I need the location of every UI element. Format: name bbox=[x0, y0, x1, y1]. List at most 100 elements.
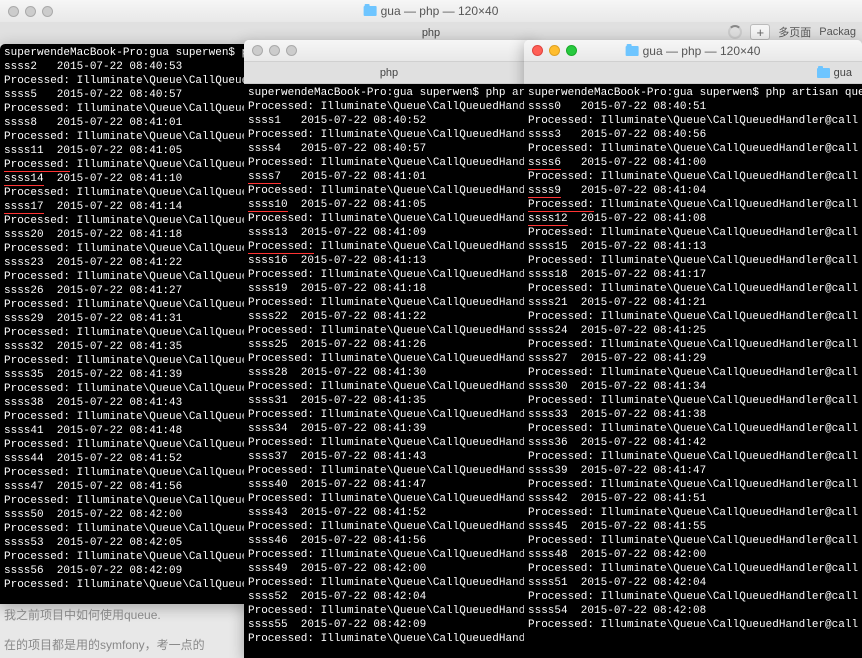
terminal-line: ssss11 2015-07-22 08:41:05 bbox=[4, 144, 246, 158]
terminal-line: ssss33 2015-07-22 08:41:38 bbox=[528, 408, 858, 422]
terminal-line: Processed: Illuminate\Queue\CallQueuedHa… bbox=[528, 226, 858, 240]
terminal-line: Processed: Illuminate\Queue\CallQueuedHa… bbox=[248, 156, 530, 170]
terminal-line: ssss41 2015-07-22 08:41:48 bbox=[4, 424, 246, 438]
terminal-line: Processed: Illuminate\Queue\CallQueuedHa… bbox=[528, 114, 858, 128]
terminal-line: Processed: Illuminate\Queue\CallQueuedHa… bbox=[248, 240, 530, 254]
terminal-line: ssss31 2015-07-22 08:41:35 bbox=[248, 394, 530, 408]
terminal-line: Processed: Illuminate\Queue\CallQueuedHa… bbox=[248, 632, 530, 646]
terminal-line: ssss46 2015-07-22 08:41:56 bbox=[248, 534, 530, 548]
close-icon[interactable] bbox=[532, 45, 543, 56]
terminal-body-3[interactable]: superwendeMacBook-Pro:gua superwen$ php … bbox=[524, 84, 862, 658]
terminal-line: Processed: Illuminate\Queue\CallQueuedHa bbox=[4, 298, 246, 312]
terminal-line: Processed: Illuminate\Queue\CallQueuedHa… bbox=[528, 142, 858, 156]
terminal-line: Processed: Illuminate\Queue\CallQueuedHa bbox=[4, 550, 246, 564]
terminal-body-2[interactable]: superwendeMacBook-Pro:gua superwen$ php … bbox=[244, 84, 534, 658]
maximize-icon[interactable] bbox=[42, 6, 53, 17]
tabbar-2[interactable]: php bbox=[244, 62, 534, 84]
terminal-line: Processed: Illuminate\Queue\CallQueuedHa bbox=[4, 354, 246, 368]
terminal-line: Processed: Illuminate\Queue\CallQueuedHa… bbox=[248, 128, 530, 142]
terminal-line: Processed: Illuminate\Queue\CallQueuedHa… bbox=[248, 604, 530, 618]
terminal-line: Processed: Illuminate\Queue\CallQueuedHa bbox=[4, 382, 246, 396]
background-titlebar[interactable]: gua — php — 120×40 bbox=[0, 0, 862, 22]
minimize-icon[interactable] bbox=[549, 45, 560, 56]
terminal-line: ssss45 2015-07-22 08:41:55 bbox=[528, 520, 858, 534]
terminal-line: ssss38 2015-07-22 08:41:43 bbox=[4, 396, 246, 410]
terminal-window-1[interactable]: superwendeMacBook-Pro:gua superwen$ php s… bbox=[0, 44, 250, 604]
terminal-line: ssss49 2015-07-22 08:42:00 bbox=[248, 562, 530, 576]
terminal-line: ssss19 2015-07-22 08:41:18 bbox=[248, 282, 530, 296]
terminal-line: Processed: Illuminate\Queue\CallQueuedHa bbox=[4, 102, 246, 116]
terminal-line: ssss0 2015-07-22 08:40:51 bbox=[528, 100, 858, 114]
terminal-line: ssss5 2015-07-22 08:40:57 bbox=[4, 88, 246, 102]
terminal-line: ssss37 2015-07-22 08:41:43 bbox=[248, 450, 530, 464]
titlebar-3[interactable]: gua — php — 120×40 bbox=[524, 40, 862, 62]
minimize-icon[interactable] bbox=[25, 6, 36, 17]
maximize-icon[interactable] bbox=[566, 45, 577, 56]
background-text-1: 我之前项目中如何使用queue. bbox=[4, 606, 161, 623]
terminal-line: Processed: Illuminate\Queue\CallQueuedHa… bbox=[248, 464, 530, 478]
terminal-line: Processed: Illuminate\Queue\CallQueuedHa bbox=[4, 494, 246, 508]
terminal-line: ssss44 2015-07-22 08:41:52 bbox=[4, 452, 246, 466]
terminal-line: Processed: Illuminate\Queue\CallQueuedHa… bbox=[248, 212, 530, 226]
terminal-line: ssss52 2015-07-22 08:42:04 bbox=[248, 590, 530, 604]
terminal-line: Processed: Illuminate\Queue\CallQueuedHa… bbox=[248, 520, 530, 534]
terminal-line: Processed: Illuminate\Queue\CallQueuedHa bbox=[4, 74, 246, 88]
terminal-line: Processed: Illuminate\Queue\CallQueuedHa… bbox=[248, 380, 530, 394]
background-text-2: 在的项目都是用的symfony，考一点的 bbox=[4, 636, 205, 653]
terminal-line: Processed: Illuminate\Queue\CallQueuedHa bbox=[4, 522, 246, 536]
close-icon[interactable] bbox=[252, 45, 263, 56]
terminal-line: Processed: Illuminate\Queue\CallQueuedHa… bbox=[528, 534, 858, 548]
terminal-line: Processed: Illuminate\Queue\CallQueuedHa bbox=[4, 270, 246, 284]
terminal-line: ssss10 2015-07-22 08:41:05 bbox=[248, 198, 530, 212]
tabbar-3[interactable]: gua bbox=[524, 62, 862, 84]
terminal-line: ssss32 2015-07-22 08:41:35 bbox=[4, 340, 246, 354]
maximize-icon[interactable] bbox=[286, 45, 297, 56]
minimize-icon[interactable] bbox=[269, 45, 280, 56]
terminal-line: Processed: Illuminate\Queue\CallQueuedHa… bbox=[528, 310, 858, 324]
title-3: gua — php — 120×40 bbox=[626, 44, 761, 58]
terminal-line: ssss3 2015-07-22 08:40:56 bbox=[528, 128, 858, 142]
terminal-line: Processed: Illuminate\Queue\CallQueuedHa… bbox=[528, 254, 858, 268]
add-tab-button[interactable]: + bbox=[750, 24, 770, 40]
terminal-line: Processed: Illuminate\Queue\CallQueuedHa… bbox=[248, 184, 530, 198]
terminal-line: ssss39 2015-07-22 08:41:47 bbox=[528, 464, 858, 478]
right-toolbar: + 多页面 Packag bbox=[728, 24, 856, 40]
terminal-line: ssss21 2015-07-22 08:41:21 bbox=[528, 296, 858, 310]
terminal-line: ssss40 2015-07-22 08:41:47 bbox=[248, 478, 530, 492]
background-title: gua — php — 120×40 bbox=[364, 4, 499, 18]
terminal-line: ssss56 2015-07-22 08:42:09 bbox=[4, 564, 246, 578]
terminal-line: ssss15 2015-07-22 08:41:13 bbox=[528, 240, 858, 254]
terminal-line: Processed: Illuminate\Queue\CallQueuedHa… bbox=[248, 408, 530, 422]
terminal-line: Processed: Illuminate\Queue\CallQueuedHa… bbox=[248, 324, 530, 338]
terminal-line: ssss14 2015-07-22 08:41:10 bbox=[4, 172, 246, 186]
terminal-line: ssss43 2015-07-22 08:41:52 bbox=[248, 506, 530, 520]
terminal-window-2[interactable]: php superwendeMacBook-Pro:gua superwen$ … bbox=[244, 40, 534, 658]
terminal-body-1[interactable]: superwendeMacBook-Pro:gua superwen$ php s… bbox=[0, 44, 250, 604]
terminal-line: ssss36 2015-07-22 08:41:42 bbox=[528, 436, 858, 450]
titlebar-2[interactable] bbox=[244, 40, 534, 62]
terminal-line: Processed: Illuminate\Queue\CallQueuedHa bbox=[4, 326, 246, 340]
folder-icon bbox=[364, 6, 377, 16]
label-multipage: 多页面 bbox=[778, 24, 811, 40]
terminal-line: Processed: Illuminate\Queue\CallQueuedHa… bbox=[528, 198, 858, 212]
terminal-line: ssss42 2015-07-22 08:41:51 bbox=[528, 492, 858, 506]
terminal-line: Processed: Illuminate\Queue\CallQueuedHa… bbox=[528, 282, 858, 296]
terminal-line: Processed: Illuminate\Queue\CallQueuedHa… bbox=[528, 422, 858, 436]
terminal-prompt: superwendeMacBook-Pro:gua superwen$ php bbox=[4, 46, 246, 60]
terminal-line: Processed: Illuminate\Queue\CallQueuedHa bbox=[4, 410, 246, 424]
terminal-line: ssss26 2015-07-22 08:41:27 bbox=[4, 284, 246, 298]
terminal-line: ssss27 2015-07-22 08:41:29 bbox=[528, 352, 858, 366]
terminal-line: ssss23 2015-07-22 08:41:22 bbox=[4, 256, 246, 270]
terminal-line: Processed: Illuminate\Queue\CallQueuedHa bbox=[4, 578, 246, 592]
terminal-line: ssss9 2015-07-22 08:41:04 bbox=[528, 184, 858, 198]
close-icon[interactable] bbox=[8, 6, 19, 17]
terminal-line: ssss17 2015-07-22 08:41:14 bbox=[4, 200, 246, 214]
label-package: Packag bbox=[819, 26, 856, 38]
terminal-line: ssss22 2015-07-22 08:41:22 bbox=[248, 310, 530, 324]
terminal-line: Processed: Illuminate\Queue\CallQueuedHa… bbox=[528, 394, 858, 408]
terminal-line: Processed: Illuminate\Queue\CallQueuedHa… bbox=[248, 352, 530, 366]
terminal-line: Processed: Illuminate\Queue\CallQueuedHa… bbox=[248, 100, 530, 114]
spinner-icon bbox=[728, 25, 742, 39]
terminal-window-3[interactable]: gua — php — 120×40 gua superwendeMacBook… bbox=[524, 40, 862, 658]
terminal-prompt: superwendeMacBook-Pro:gua superwen$ php … bbox=[248, 86, 530, 100]
